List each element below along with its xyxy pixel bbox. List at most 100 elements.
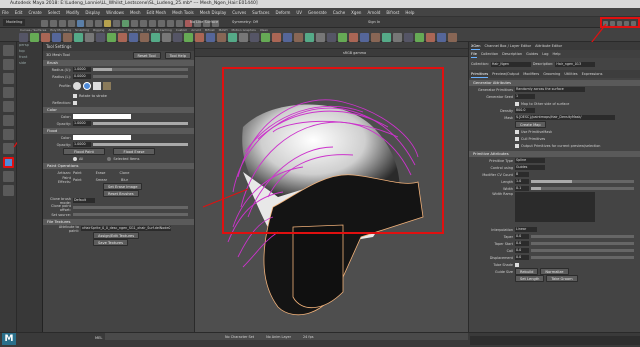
all-label: All [79, 156, 84, 161]
length-slider[interactable] [531, 180, 634, 183]
xgen-menu-item[interactable]: Description [502, 50, 522, 58]
set-length-button[interactable]: Set Length [515, 275, 545, 282]
xgen-tab[interactable]: Preview/Output [492, 70, 519, 78]
control-using-select[interactable]: Guides [515, 165, 545, 170]
width-slider[interactable] [531, 187, 634, 190]
pfx-paint-option[interactable]: Paint [73, 178, 82, 182]
generator-seed-field[interactable]: 1 [515, 94, 535, 99]
normalize-button[interactable]: Normalize [540, 268, 569, 275]
opacity-slider[interactable] [93, 122, 188, 125]
flood-color-swatch[interactable] [73, 135, 131, 140]
length-field[interactable]: 1.0 [515, 179, 529, 184]
xgen-tab[interactable]: Expressions [582, 70, 603, 78]
map-checkbox[interactable] [515, 101, 519, 106]
color-management-label[interactable]: sRGB gamma [343, 50, 366, 56]
reflection-checkbox[interactable] [73, 100, 77, 105]
taper-start-field[interactable]: 0.0 [515, 241, 529, 246]
coil-field[interactable]: 0.0 [515, 248, 529, 253]
description-select[interactable]: Hair_ngen_013 [555, 61, 596, 67]
clone-brush-mode-select[interactable]: Default [73, 198, 95, 203]
cv-count-label: Modifier CV Count [482, 172, 513, 177]
pfx-blur-option[interactable]: Blur [121, 178, 128, 182]
cull-checkbox[interactable] [515, 136, 519, 141]
assign-edit-textures-button[interactable]: Assign/Edit Textures [93, 232, 140, 239]
pfx-smear-option[interactable]: Smear [96, 178, 107, 182]
range-slider[interactable]: No Character Set No Anim Layer 24 fps [105, 333, 468, 340]
opacity-field[interactable]: 1.0000 [73, 121, 91, 126]
xgen-tab[interactable]: Utilities [564, 70, 577, 78]
xgen-menu-item[interactable]: Collection [481, 50, 498, 58]
reflection-label: Reflection: [52, 100, 71, 105]
character-set-select[interactable]: No Character Set [225, 335, 254, 339]
tube-shade-checkbox[interactable] [515, 262, 519, 267]
xgen-menu-item[interactable]: Guides [526, 50, 538, 58]
density-field[interactable]: 800.0 [515, 108, 535, 113]
primitive-type-label: Primitive Type [489, 158, 513, 163]
xgen-menu-item[interactable]: File [471, 50, 477, 58]
save-textures-button[interactable]: Save Textures [93, 239, 128, 246]
width-field[interactable]: 0.1 [515, 186, 529, 191]
reset-tool-button[interactable]: Reset Tool [132, 51, 161, 59]
xgen-menu-item[interactable]: Log [542, 50, 548, 58]
taper-field[interactable]: 0.0 [515, 234, 529, 239]
profile-hard-icon[interactable] [83, 82, 91, 90]
clone-offset-slider[interactable] [73, 206, 188, 209]
taper-slider[interactable] [531, 235, 634, 238]
right-tab[interactable]: XGen [471, 42, 481, 50]
taper-start-slider[interactable] [531, 242, 634, 245]
radius-u-slider[interactable] [93, 68, 188, 71]
rotate-checkbox[interactable] [73, 93, 77, 98]
flood-paint-button[interactable]: Flood Paint [63, 148, 105, 155]
radius-l-slider[interactable] [93, 75, 188, 78]
xgen-tab[interactable]: Grooming [543, 70, 560, 78]
cv-count-field[interactable]: 8 [515, 172, 529, 177]
take-groom-button[interactable]: Take Groom [546, 275, 578, 282]
tool-settings-panel: Tool Settings 3D Mesh Tool Reset Tool To… [43, 42, 195, 332]
generator-select[interactable]: Randomly across the surface [515, 87, 585, 92]
all-radio[interactable] [73, 156, 77, 161]
create-map-button[interactable]: Create Map [515, 121, 546, 128]
outliner-item[interactable]: side [17, 60, 42, 66]
right-tab[interactable]: Channel Box / Layer Editor [484, 42, 531, 50]
profile-file-icon[interactable] [103, 82, 111, 90]
flood-erase-button[interactable]: Flood Erase [113, 148, 155, 155]
tube-shade-label: Tube Shade [493, 262, 513, 267]
artisan-clone-option[interactable]: Clone [119, 171, 129, 175]
rebuild-button[interactable]: Rebuild [515, 268, 539, 275]
attribute-to-paint-field[interactable]: xHairSprite_0_0_desc_ngen_SG1_xhair_Surf… [81, 226, 171, 231]
flood-opacity-field[interactable]: 1.0000 [73, 142, 91, 147]
profile-soft-icon[interactable] [73, 82, 81, 90]
primitive-type-select[interactable]: Spline [515, 158, 545, 163]
right-tab[interactable]: Attribute Editor [535, 42, 562, 50]
radius-l-field[interactable]: 0.0000 [73, 74, 91, 79]
fps-select[interactable]: 24 fps [303, 335, 314, 339]
tool-help-button[interactable]: Tool Help [164, 51, 191, 59]
attribute-to-paint-label: Attribute to paint: [58, 224, 79, 233]
displacement-slider[interactable] [531, 256, 634, 259]
xgen-menu-item[interactable]: Help [552, 50, 560, 58]
source-slider[interactable] [73, 213, 188, 216]
width-ramp-graph[interactable] [515, 192, 595, 222]
interp-select[interactable]: Linear [515, 227, 537, 232]
artisan-erase-option[interactable]: Erase [96, 171, 106, 175]
collection-select[interactable]: Hair_Ngen [490, 61, 531, 67]
mask-field[interactable]: ${DESC}/paintmaps/Hair_DensityMask/ [515, 115, 615, 120]
coil-slider[interactable] [531, 249, 634, 252]
color-label: Color: [60, 114, 71, 119]
tool-name: 3D Mesh Tool [46, 53, 70, 57]
selected-radio[interactable] [107, 156, 112, 161]
profile-square-icon[interactable] [93, 82, 101, 90]
set-erase-image-button[interactable]: Set Erase Image [103, 183, 143, 190]
xgen-tab[interactable]: Modifiers [523, 70, 539, 78]
mel-label[interactable]: MEL [95, 336, 102, 340]
color-swatch[interactable] [73, 114, 131, 119]
artisan-paint-option[interactable]: Paint [73, 171, 82, 175]
use-mask-checkbox[interactable] [515, 129, 519, 134]
output-checkbox[interactable] [515, 143, 519, 148]
xgen-tab[interactable]: Primitives [471, 70, 489, 78]
displacement-field[interactable]: 0.0 [515, 255, 529, 260]
flood-opacity-slider[interactable] [93, 143, 188, 146]
radius-u-field[interactable]: 1.0000 [73, 67, 91, 72]
anim-layer-select[interactable]: No Anim Layer [266, 335, 291, 339]
reset-brushes-button[interactable]: Reset Brushes [103, 190, 139, 197]
